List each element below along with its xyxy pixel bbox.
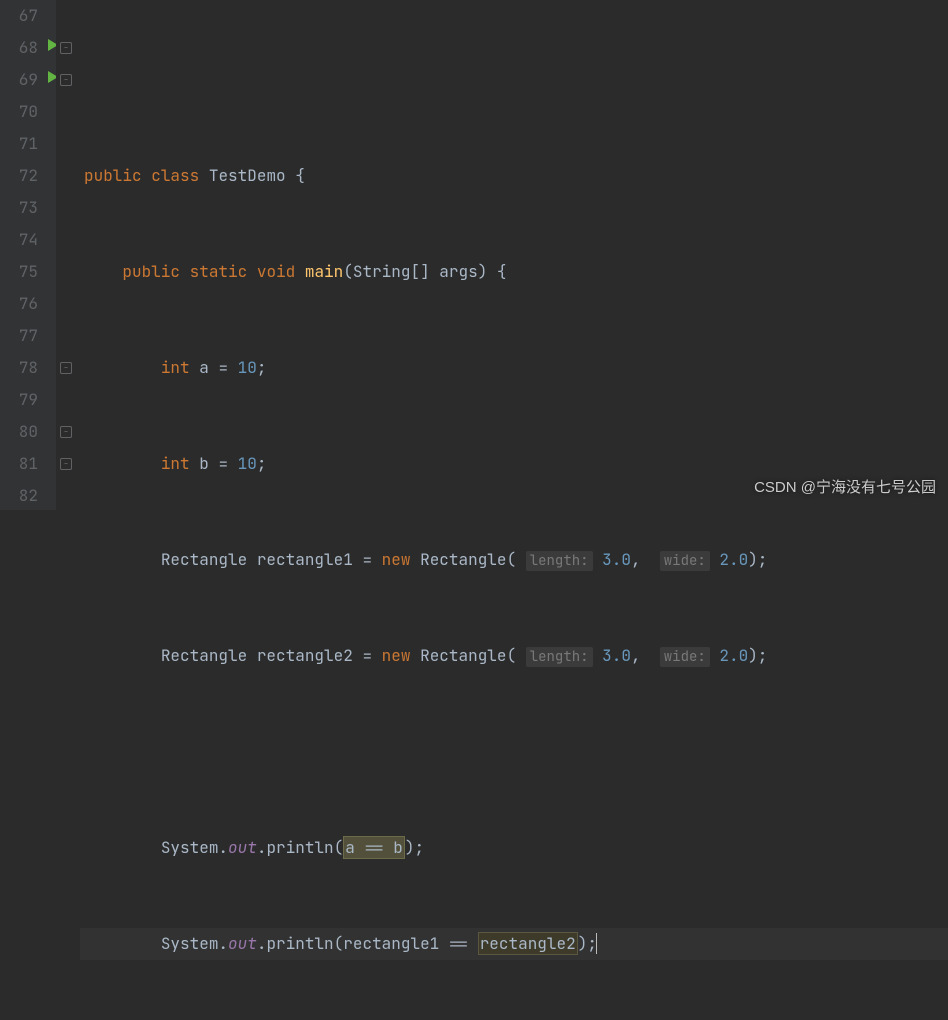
- code-line-70: int a = 10;: [80, 352, 948, 384]
- line-71: 71: [0, 128, 38, 160]
- line-82: 82: [0, 480, 38, 512]
- line-67: 67: [0, 0, 38, 32]
- line-72: 72: [0, 160, 38, 192]
- line-80: 80: [0, 416, 38, 448]
- param-hint: wide:: [660, 551, 710, 571]
- usage-highlight: rectangle2: [478, 932, 578, 955]
- fold-toggle-icon[interactable]: −: [60, 74, 72, 86]
- line-81: 81: [0, 448, 38, 480]
- fold-toggle-icon[interactable]: −: [60, 458, 72, 470]
- caret-icon: [596, 933, 597, 954]
- line-69: 69: [0, 64, 38, 96]
- line-70: 70: [0, 96, 38, 128]
- code-line-73: Rectangle rectangle2 = new Rectangle( le…: [80, 640, 948, 672]
- watermark: CSDN @宁海没有七号公园: [754, 472, 936, 504]
- line-78: 78: [0, 352, 38, 384]
- line-74: 74: [0, 224, 38, 256]
- line-79: 79: [0, 384, 38, 416]
- line-77: 77: [0, 320, 38, 352]
- param-hint: wide:: [660, 647, 710, 667]
- fold-toggle-icon[interactable]: −: [60, 426, 72, 438]
- code-line-76: System.out.println(rectangle1 == rectang…: [80, 928, 948, 960]
- param-hint: length:: [526, 551, 593, 571]
- code-line-74: [80, 736, 948, 768]
- usage-highlight: a == b: [343, 836, 405, 859]
- line-76: 76: [0, 288, 38, 320]
- line-73: 73: [0, 192, 38, 224]
- fold-toggle-icon[interactable]: −: [60, 42, 72, 54]
- code-line-72: Rectangle rectangle1 = new Rectangle( le…: [80, 544, 948, 576]
- fold-toggle-icon[interactable]: −: [60, 362, 72, 374]
- code-line-67: [80, 64, 948, 96]
- code-line-68: public class TestDemo {: [80, 160, 948, 192]
- code-editor[interactable]: 67 68 69 70 71 72 73 74 75 76 77 78 79 8…: [0, 0, 948, 510]
- line-68: 68: [0, 32, 38, 64]
- line-75: 75: [0, 256, 38, 288]
- fold-gutter: − − − − −: [56, 0, 78, 510]
- param-hint: length:: [526, 647, 593, 667]
- code-line-69: public static void main(String[] args) {: [80, 256, 948, 288]
- line-gutter: 67 68 69 70 71 72 73 74 75 76 77 78 79 8…: [0, 0, 56, 510]
- code-line-75: System.out.println(a == b);: [80, 832, 948, 864]
- code-area[interactable]: public class TestDemo { public static vo…: [78, 0, 948, 510]
